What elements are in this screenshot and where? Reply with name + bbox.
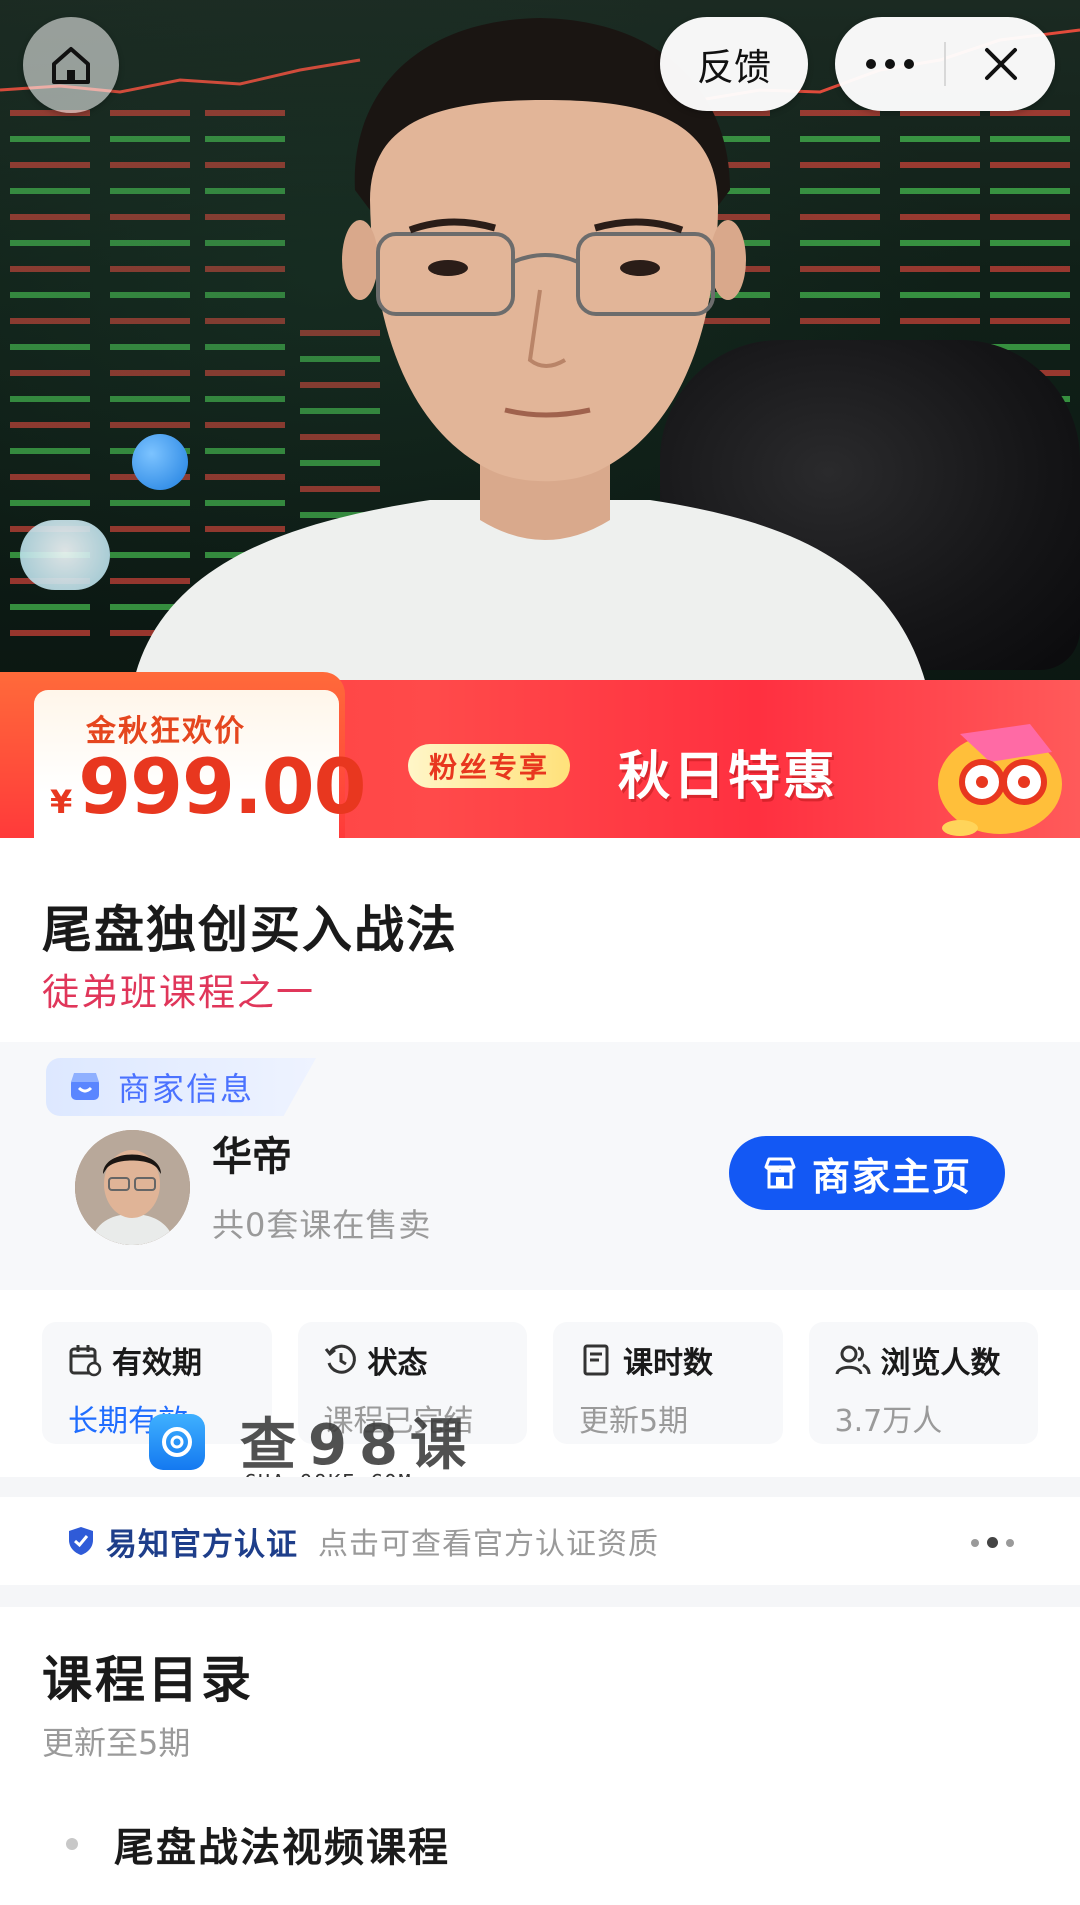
stat-label: 有效期 [112,1346,202,1381]
price: ¥999.00 [50,742,367,831]
fans-exclusive-badge: 粉丝专享 [408,744,570,788]
merchant-name: 华帝 [212,1134,292,1180]
merchant-course-count: 共0套课在售卖 [212,1206,432,1244]
avatar[interactable] [75,1130,190,1245]
stat-lessons: 课时数 更新5期 [553,1322,783,1444]
catalog-item-label: 尾盘战法视频课程 [114,1825,450,1871]
mascot-icon [938,724,1062,836]
price-value: 999.00 [78,742,366,831]
people-icon [835,1345,870,1375]
more-icon [865,59,914,69]
merchant-info-label: 商家信息 [118,1070,255,1108]
hero-image: 反馈 [0,0,1080,700]
watermark-logo-icon [149,1414,205,1470]
shield-check-icon [69,1527,93,1555]
stat-value: 更新5期 [579,1404,689,1439]
course-title: 尾盘独创买入战法 [42,901,458,959]
stat-views: 浏览人数 3.7万人 [808,1322,1038,1444]
catalog-item[interactable]: 尾盘战法视频课程 [66,1815,450,1873]
catalog-subtitle: 更新至5期 [42,1724,191,1762]
currency-symbol: ¥ [50,783,73,821]
home-icon [52,47,90,84]
carousel-indicator [971,1537,1014,1548]
certification-description: 点击可查看官方认证资质 [318,1527,659,1562]
merchant-homepage-label: 商家主页 [811,1154,972,1199]
document-icon [583,1344,609,1376]
event-title: 秋日特惠 [618,747,839,807]
stat-label: 课时数 [623,1346,713,1381]
store-icon [71,1073,99,1100]
shop-icon [764,1157,796,1189]
more-button[interactable] [835,17,944,111]
catalog-title: 课程目录 [42,1651,254,1709]
stat-label: 状态 [367,1346,428,1381]
stat-value: 3.7万人 [834,1404,943,1439]
merchant-info-tag: 商家信息 [46,1058,316,1116]
stat-label: 浏览人数 [880,1346,1001,1381]
official-certification-row[interactable]: 易知官方认证 点击可查看官方认证资质 [0,1497,1080,1585]
bullet-icon [66,1838,78,1850]
calendar-icon [69,1345,102,1377]
mini-program-capsule [835,17,1055,111]
watermark-text: 查98课 [240,1413,478,1478]
clock-icon [324,1344,356,1374]
merchant-homepage-button[interactable]: 商家主页 [729,1136,1005,1210]
close-button[interactable] [946,17,1055,111]
course-subtitle: 徒弟班课程之一 [42,971,315,1014]
feedback-button[interactable]: 反馈 [660,17,808,111]
home-button[interactable] [23,17,119,113]
close-icon [984,48,1017,80]
certification-brand: 易知官方认证 [106,1526,298,1563]
